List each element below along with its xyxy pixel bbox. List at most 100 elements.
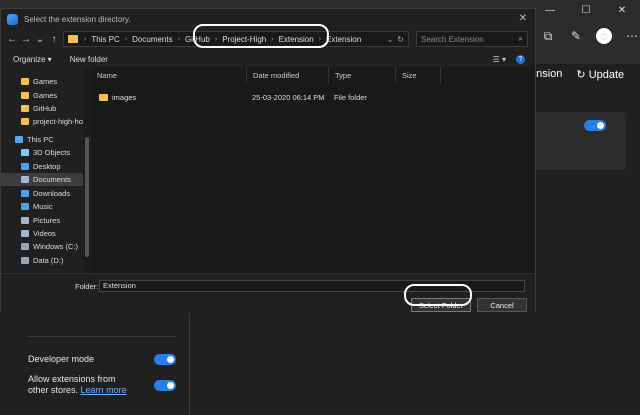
learn-more-link[interactable]: Learn more	[81, 385, 127, 395]
nav-item-desktop[interactable]: Desktop	[1, 160, 83, 173]
nav-item-label: Documents	[33, 175, 71, 184]
list-item[interactable]: images 25-03-2020 06:14 PM File folder	[99, 91, 401, 103]
developer-mode-label: Developer mode	[28, 354, 95, 364]
folder-icon	[21, 92, 29, 99]
folder-icon	[21, 78, 29, 85]
search-placeholder: Search Extension	[421, 34, 484, 44]
dialog-title: Select the extension directory.	[24, 14, 131, 24]
refresh-icon[interactable]: ↻	[397, 35, 404, 44]
breadcrumb-this-pc[interactable]: This PC	[88, 35, 122, 44]
nav-item-pictures[interactable]: Pictures	[1, 214, 83, 227]
nav-item-games[interactable]: Games	[1, 75, 83, 88]
column-size[interactable]: Size	[396, 67, 441, 83]
computer-icon	[15, 136, 23, 143]
folder-icon	[68, 35, 78, 43]
feedback-icon[interactable]: ✎	[568, 28, 584, 44]
nav-item-label: Music	[33, 202, 53, 211]
minimize-icon[interactable]: —	[532, 0, 568, 20]
scroll-thumb[interactable]	[85, 137, 89, 257]
nav-item-data-d[interactable]: Data (D:)	[1, 254, 83, 267]
command-bar: Organize ▾ New folder ☰ ▾ ?	[1, 51, 535, 67]
close-icon[interactable]: ✕	[604, 0, 640, 20]
search-icon: ⌕	[518, 34, 523, 43]
column-type[interactable]: Type	[329, 67, 396, 83]
nav-item-label: Data (D:)	[33, 256, 64, 265]
recent-locations-icon[interactable]: ⌄	[33, 34, 47, 45]
nav-item-github[interactable]: GitHub	[1, 102, 83, 115]
developer-mode-toggle[interactable]	[154, 354, 176, 365]
new-folder-button[interactable]: New folder	[70, 55, 108, 64]
cancel-button[interactable]: Cancel	[477, 298, 527, 312]
cube-icon	[21, 149, 29, 156]
folder-icon	[21, 105, 29, 112]
address-highlight-ring	[193, 24, 329, 48]
file-date: 25-03-2020 06:14 PM	[252, 92, 325, 102]
music-icon	[21, 203, 29, 210]
nav-scrollbar[interactable]	[84, 67, 90, 273]
select-button-highlight-ring	[404, 284, 472, 306]
dialog-close-icon[interactable]: ✕	[519, 13, 527, 24]
up-icon[interactable]: ↑	[47, 34, 61, 45]
nav-item-label: Pictures	[33, 216, 61, 225]
download-icon	[21, 190, 29, 197]
view-options-icon[interactable]: ☰ ▾	[493, 55, 506, 64]
nav-item-downloads[interactable]: Downloads	[1, 187, 83, 200]
folder-icon	[21, 118, 29, 125]
nav-item-label: GitHub	[33, 104, 57, 113]
breadcrumb-extension-current[interactable]: Extension	[323, 35, 364, 44]
nav-item-windows-c[interactable]: Windows (C:)	[1, 240, 83, 253]
maximize-icon[interactable]: ☐	[568, 0, 604, 20]
nav-item-this-pc[interactable]: This PC	[1, 133, 83, 146]
nav-item-label: project-high-ho	[32, 117, 83, 126]
screen: — ☐ ✕ ⧉ ✎ ☺ ⋯ ension ↻ Update Developer …	[0, 0, 640, 415]
file-list: Name Date modified Type Size images 25-0…	[91, 67, 535, 273]
desktop-icon	[21, 163, 29, 170]
forward-icon[interactable]: →	[19, 34, 33, 45]
nav-item-label: Downloads	[33, 189, 71, 198]
navigation-pane: Games Games GitHub project-high-ho This PC 3D…	[1, 67, 91, 273]
nav-item-label: Games	[33, 91, 58, 100]
folder-icon	[99, 93, 108, 101]
edge-window-controls: — ☐ ✕	[532, 0, 640, 20]
nav-item-label: Games	[33, 77, 58, 86]
avatar[interactable]: ☺	[596, 28, 612, 44]
chevron-down-icon[interactable]: ⌄	[387, 35, 394, 44]
view-controls: ☰ ▾ ?	[493, 54, 525, 64]
nav-item-documents[interactable]: Documents	[1, 173, 83, 186]
drive-icon	[21, 257, 29, 264]
column-name[interactable]: Name	[91, 67, 247, 83]
nav-item-label: Desktop	[33, 162, 61, 171]
drive-icon	[21, 243, 29, 250]
extensions-actions: ension ↻ Update	[530, 68, 624, 81]
nav-item-label: Videos	[33, 229, 56, 238]
edge-icon	[7, 13, 18, 25]
collections-icon[interactable]: ⧉	[540, 28, 556, 44]
refresh-icon: ↻	[576, 69, 589, 81]
back-icon[interactable]: ←	[5, 34, 19, 45]
nav-item-videos[interactable]: Videos	[1, 227, 83, 240]
nav-item-music[interactable]: Music	[1, 200, 83, 213]
more-icon[interactable]: ⋯	[624, 28, 640, 44]
update-label: Update	[588, 69, 625, 81]
file-name: images	[112, 92, 137, 102]
edge-toolbar: ⧉ ✎ ☺ ⋯	[540, 28, 640, 44]
pictures-icon	[21, 217, 29, 224]
nav-item-project-high-ho[interactable]: project-high-ho	[1, 115, 83, 128]
help-icon[interactable]: ?	[516, 54, 525, 64]
nav-item-label: 3D Objects	[33, 148, 71, 157]
nav-item-3d-objects[interactable]: 3D Objects	[1, 146, 83, 159]
column-date-modified[interactable]: Date modified	[247, 67, 329, 83]
breadcrumb-documents[interactable]: Documents	[129, 35, 175, 44]
file-type: File folder	[334, 92, 367, 102]
allow-other-stores-toggle[interactable]	[154, 380, 176, 391]
allow-other-stores-label: Allow extensions from other stores. Lear…	[28, 374, 138, 396]
videos-icon	[21, 230, 29, 237]
organize-button[interactable]: Organize ▾	[13, 55, 52, 64]
folder-label: Folder:	[75, 282, 99, 291]
extension-toggle[interactable]	[584, 120, 606, 131]
divider	[28, 336, 176, 337]
search-input[interactable]: Search Extension ⌕	[416, 31, 528, 47]
nav-item-games[interactable]: Games	[1, 89, 83, 102]
update-button[interactable]: ↻ Update	[576, 68, 624, 81]
nav-item-label: This PC	[27, 135, 54, 144]
